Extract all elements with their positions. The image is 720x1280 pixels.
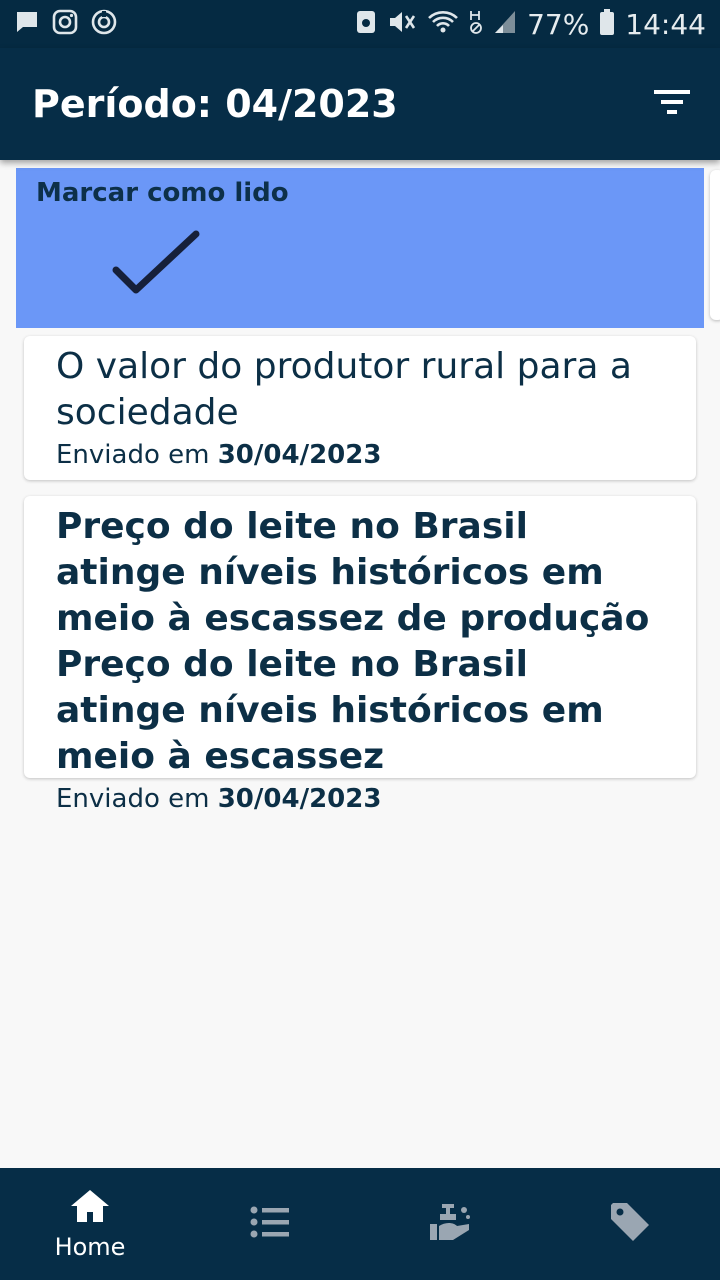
nav-home-label: Home	[54, 1232, 126, 1261]
nav-home[interactable]: Home	[0, 1168, 180, 1280]
hd-icon	[469, 9, 483, 40]
sent-date: 30/04/2023	[217, 784, 382, 814]
list-item[interactable]: O valor do produtor rural para a socieda…	[24, 336, 696, 480]
nav-hand-wash[interactable]	[360, 1168, 540, 1280]
message-title: Preço do leite no Brasil atinge níveis h…	[56, 506, 650, 777]
message-list[interactable]: Marcar como lido O valor do produtor rur…	[0, 160, 720, 1168]
nav-list[interactable]	[180, 1168, 360, 1280]
message-sent-info: Enviado em 30/04/2023	[56, 782, 664, 816]
mark-as-read-label: Marcar como lido	[36, 178, 289, 208]
list-item[interactable]: Preço do leite no Brasil atinge níveis h…	[24, 496, 696, 814]
home-icon	[69, 1188, 111, 1229]
nav-tags[interactable]	[540, 1168, 720, 1280]
status-bar-right: 77% 14:44	[355, 8, 706, 41]
status-bar-left	[14, 8, 118, 41]
mute-icon	[387, 9, 417, 40]
bottom-navigation: Home	[0, 1168, 720, 1280]
page-title: Período: 04/2023	[32, 82, 398, 126]
status-bar: 77% 14:44	[0, 0, 720, 48]
clock: 14:44	[625, 7, 706, 41]
chat-icon	[14, 9, 40, 40]
filter-button[interactable]	[652, 84, 692, 124]
swiped-card-edge	[710, 170, 720, 320]
message-sent-info: Enviado em 30/04/2023	[56, 438, 664, 472]
save-icon	[355, 9, 377, 40]
filter-list-icon	[653, 88, 691, 121]
sent-prefix: Enviado em	[56, 784, 210, 814]
wifi-icon	[427, 9, 459, 40]
sync-icon	[90, 8, 118, 41]
battery-percent: 77%	[527, 7, 590, 41]
list-icon	[250, 1206, 290, 1243]
mark-as-read-action[interactable]: Marcar como lido	[16, 168, 704, 328]
sent-date: 30/04/2023	[217, 440, 382, 470]
sent-prefix: Enviado em	[56, 440, 210, 470]
tag-icon	[609, 1201, 651, 1248]
signal-icon	[493, 9, 517, 40]
check-icon	[112, 230, 200, 305]
instagram-icon	[52, 9, 78, 40]
message-title: O valor do produtor rural para a socieda…	[56, 346, 632, 433]
battery-icon	[599, 8, 615, 41]
hand-wash-icon	[428, 1202, 472, 1247]
app-bar: Período: 04/2023	[0, 48, 720, 160]
